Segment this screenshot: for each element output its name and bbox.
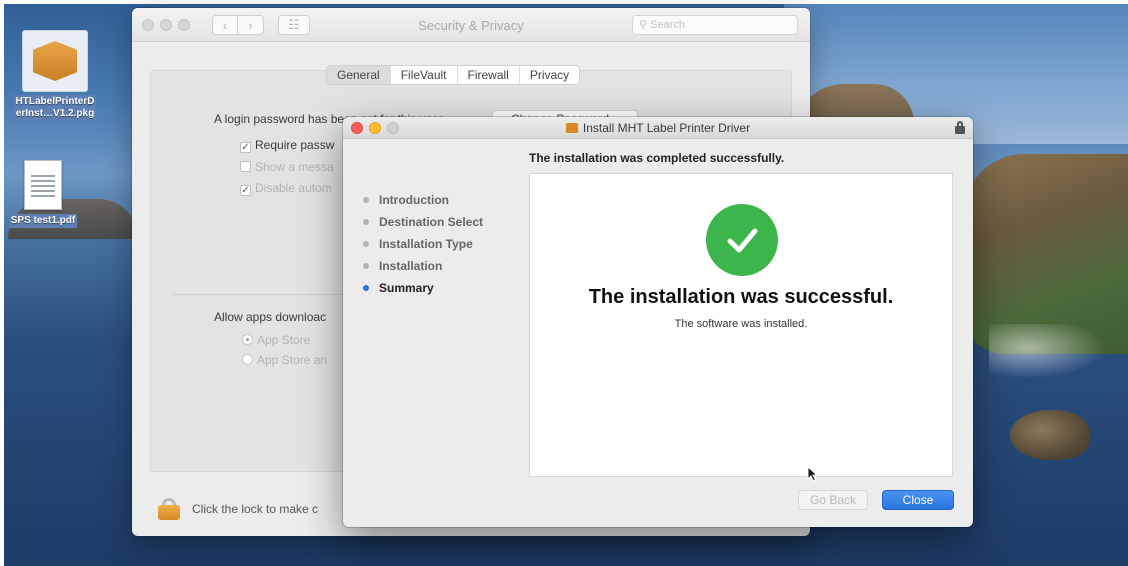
allow-apps-label: Allow apps downloac [214, 310, 327, 324]
search-icon: ⚲ [639, 19, 648, 31]
tab-filevault[interactable]: FileVault [391, 66, 458, 84]
lock-icon [955, 121, 965, 134]
go-back-button[interactable]: Go Back [798, 490, 868, 510]
radio-app-store-and-label: App Store an [257, 353, 328, 367]
installer-content-pane: The installation was successful. The sof… [529, 173, 953, 482]
success-checkmark-icon [706, 204, 778, 276]
desktop-icon-pdf[interactable]: SPS test1.pdf [0, 160, 98, 228]
tab-privacy[interactable]: Privacy [520, 66, 579, 84]
step-bullet-icon [363, 241, 369, 247]
package-icon [22, 30, 88, 92]
step-destination-select: Destination Select [363, 215, 483, 237]
radio-selected-icon[interactable] [242, 334, 253, 345]
pdf-document-icon [24, 160, 62, 210]
package-filename-line2: erInst…V1.2.pkg [15, 108, 95, 119]
step-bullet-icon [363, 263, 369, 269]
success-subtitle: The software was installed. [674, 318, 808, 330]
search-placeholder: Search [650, 19, 685, 31]
window-titlebar: ‹ › ☷ Security & Privacy ⚲ Search [132, 8, 810, 42]
step-bullet-icon [363, 219, 369, 225]
require-password-label: Require passw [255, 138, 335, 152]
success-title: The installation was successful. [588, 286, 894, 308]
mouse-pointer-icon [807, 465, 819, 487]
step-introduction: Introduction [363, 193, 483, 215]
radio-app-store-label: App Store [257, 333, 311, 347]
pdf-filename: SPS test1.pdf [8, 214, 78, 228]
background-rock [1010, 410, 1090, 460]
installer-title: Install MHT Label Printer Driver [343, 121, 973, 135]
lock-hint-text: Click the lock to make c [192, 502, 319, 516]
lock-icon[interactable] [158, 498, 180, 520]
step-summary: Summary [363, 281, 483, 303]
close-button[interactable]: Close [882, 490, 954, 510]
step-active-bullet-icon [363, 285, 369, 291]
step-installation-type: Installation Type [363, 237, 483, 259]
checkbox-checked-icon[interactable]: ✓ [240, 142, 251, 153]
show-message-option[interactable]: Show a messa [240, 160, 334, 174]
package-icon [565, 123, 578, 133]
package-filename-line1: HTLabelPrinterD [15, 96, 95, 107]
tab-general[interactable]: General [327, 66, 391, 84]
radio-app-store-and-option[interactable]: App Store an [242, 353, 327, 367]
installer-status-heading: The installation was completed successfu… [529, 151, 785, 165]
radio-icon[interactable] [242, 354, 253, 365]
desktop-icon-package[interactable]: HTLabelPrinterD erInst…V1.2.pkg [0, 30, 110, 121]
checkbox-icon[interactable] [240, 161, 251, 172]
installer-window: Install MHT Label Printer Driver The ins… [343, 117, 973, 527]
installer-steps-list: Introduction Destination Select Installa… [363, 193, 483, 303]
tab-bar: General FileVault Firewall Privacy [326, 65, 581, 85]
background-surf [989, 324, 1119, 384]
disable-auto-login-label: Disable autom [255, 181, 332, 195]
step-installation: Installation [363, 259, 483, 281]
tab-firewall[interactable]: Firewall [458, 66, 520, 84]
step-bullet-icon [363, 197, 369, 203]
search-input[interactable]: ⚲ Search [632, 15, 798, 35]
require-password-option[interactable]: ✓ Require passw [240, 138, 334, 153]
show-message-label: Show a messa [255, 160, 334, 174]
installer-titlebar: Install MHT Label Printer Driver [343, 117, 973, 139]
checkbox-checked-icon[interactable]: ✓ [240, 185, 251, 196]
radio-app-store-option[interactable]: App Store [242, 333, 310, 347]
disable-auto-login-option[interactable]: ✓ Disable autom [240, 181, 332, 196]
